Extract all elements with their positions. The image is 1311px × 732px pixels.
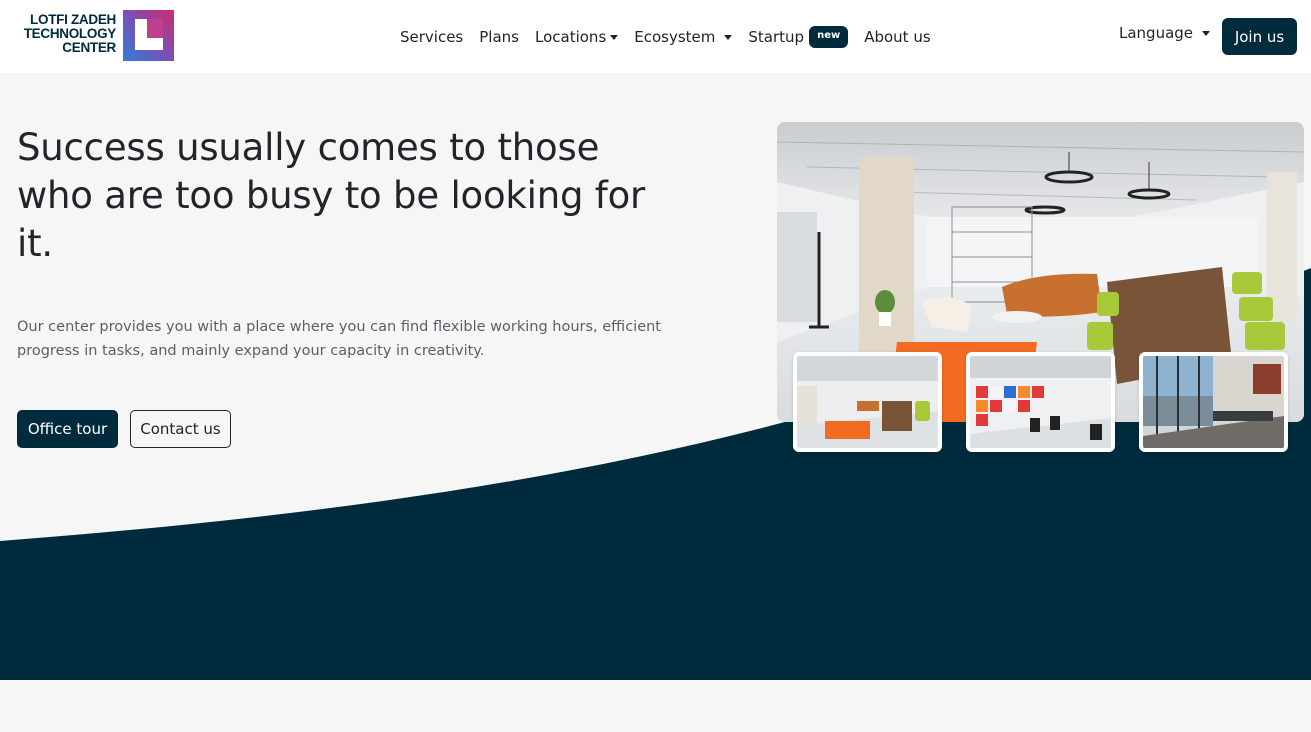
caret-down-icon: [1202, 30, 1211, 36]
brand-line-2: TECHNOLOGY: [23, 26, 117, 41]
hero-headline: Success usually comes to those who are t…: [17, 126, 646, 265]
nav-startup-label: Startup: [748, 28, 805, 46]
gallery-thumbnail-2[interactable]: [966, 352, 1115, 452]
lz-logo-mark-icon: [123, 10, 174, 61]
hero-description: Our center provides you with a place whe…: [17, 319, 661, 359]
contact-us-button[interactable]: Contact us: [130, 410, 231, 448]
office-tour-button[interactable]: Office tour: [17, 410, 118, 448]
brand-logo[interactable]: LOTFI ZADEH TECHNOLOGY CENTER: [12, 10, 177, 62]
caret-down-icon: [724, 34, 733, 40]
nav-ecosystem[interactable]: Ecosystem: [634, 28, 733, 46]
nav-startup[interactable]: Startup new: [748, 26, 849, 48]
thumbnail-lounge-image: [797, 356, 938, 448]
navbar: LOTFI ZADEH TECHNOLOGY CENTER Services P…: [0, 0, 1311, 73]
join-us-button[interactable]: Join us: [1222, 18, 1297, 55]
nav-services[interactable]: Services: [400, 28, 463, 46]
caret-down-icon: [610, 34, 619, 40]
language-label: Language: [1119, 24, 1194, 42]
language-dropdown[interactable]: Language: [1119, 24, 1211, 42]
main-nav: Services Plans Locations Ecosystem Start…: [400, 24, 947, 50]
brand-line-3: CENTER: [62, 40, 116, 55]
nav-about[interactable]: About us: [864, 28, 930, 46]
new-badge: new: [809, 26, 849, 48]
thumbnail-workspace-image: [970, 356, 1111, 448]
thumbnail-city-view-image: [1143, 356, 1284, 448]
nav-locations[interactable]: Locations: [535, 28, 619, 46]
nav-plans[interactable]: Plans: [479, 28, 519, 46]
brand-name: LOTFI ZADEH TECHNOLOGY CENTER: [12, 12, 117, 55]
brand-line-1: LOTFI ZADEH: [30, 12, 116, 27]
gallery-thumbnail-3[interactable]: [1139, 352, 1288, 452]
gallery-thumbnail-1[interactable]: [793, 352, 942, 452]
nav-locations-label: Locations: [535, 28, 607, 46]
nav-ecosystem-label: Ecosystem: [634, 28, 716, 46]
next-section: [0, 680, 1311, 732]
